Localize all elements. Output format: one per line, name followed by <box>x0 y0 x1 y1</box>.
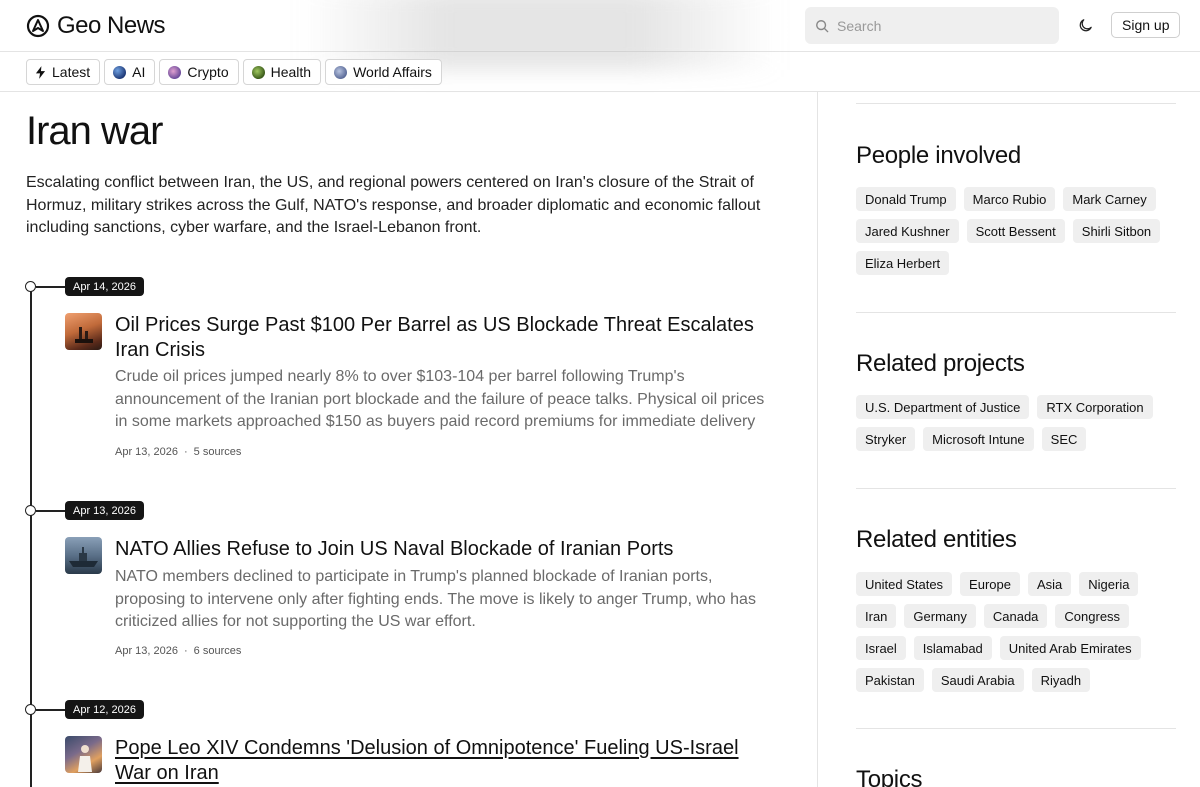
category-label: AI <box>132 64 146 80</box>
signup-button[interactable]: Sign up <box>1111 12 1181 38</box>
timeline-node <box>25 505 36 516</box>
story-item: Oil Prices Surge Past $100 Per Barrel as… <box>65 313 785 463</box>
projects-section-title: Related projects <box>856 350 1025 377</box>
project-tag[interactable]: U.S. Department of Justice <box>856 395 1030 419</box>
category-label: Crypto <box>187 64 229 80</box>
entity-tag[interactable]: Islamabad <box>913 636 992 660</box>
world-icon <box>334 65 348 79</box>
globe-icon <box>113 65 127 79</box>
project-tag[interactable]: SEC <box>1041 427 1087 451</box>
person-tag[interactable]: Donald Trump <box>856 187 956 211</box>
project-tag[interactable]: Microsoft Intune <box>923 427 1034 451</box>
section-divider <box>856 728 1176 729</box>
entity-tag[interactable]: Canada <box>983 604 1048 628</box>
person-tag[interactable]: Mark Carney <box>1063 187 1156 211</box>
date-pill: Apr 12, 2026 <box>65 700 144 719</box>
moon-icon <box>1079 18 1092 31</box>
category-crypto[interactable]: Crypto <box>159 59 239 85</box>
date-pill: Apr 14, 2026 <box>65 277 144 296</box>
story-summary: NATO members declined to participate in … <box>115 568 756 630</box>
timeline-connector <box>36 510 66 512</box>
entity-tag[interactable]: Nigeria <box>1079 572 1139 596</box>
section-divider <box>856 312 1176 313</box>
search-box[interactable] <box>805 7 1059 44</box>
category-label: Health <box>270 64 312 80</box>
pope-image-icon <box>78 745 92 772</box>
story-meta: Apr 13, 2026 · 5 sources <box>115 446 241 458</box>
search-input[interactable] <box>837 17 1047 34</box>
timeline-connector <box>36 286 66 288</box>
story-meta: Apr 13, 2026 · 6 sources <box>115 645 241 657</box>
story-title[interactable]: NATO Allies Refuse to Join US Naval Bloc… <box>115 537 775 562</box>
entity-tag[interactable]: Israel <box>856 636 906 660</box>
story-date: Apr 13, 2026 <box>115 645 178 657</box>
people-section-title: People involved <box>856 142 1021 169</box>
entity-tag[interactable]: Europe <box>960 572 1020 596</box>
story-thumbnail[interactable] <box>65 537 102 574</box>
story-thumbnail[interactable] <box>65 736 102 773</box>
person-tag[interactable]: Shirli Sitbon <box>1072 219 1161 243</box>
entities-tags: United States Europe Asia Nigeria Iran G… <box>856 572 1176 692</box>
top-header: Geo News Sign up <box>0 0 1200 70</box>
person-tag[interactable]: Eliza Herbert <box>856 251 950 275</box>
project-tag[interactable]: Stryker <box>856 427 916 451</box>
story-item: NATO Allies Refuse to Join US Naval Bloc… <box>65 537 785 667</box>
category-bar: Latest AI Crypto Health World Affairs <box>0 52 1200 92</box>
entity-tag[interactable]: Iran <box>856 604 897 628</box>
story-title[interactable]: Pope Leo XIV Condemns 'Delusion of Omnip… <box>115 736 775 786</box>
main-content: Iran war Escalating conflict between Ira… <box>0 92 818 787</box>
person-tag[interactable]: Jared Kushner <box>856 219 959 243</box>
category-world-affairs[interactable]: World Affairs <box>325 59 442 85</box>
section-divider <box>856 103 1176 104</box>
person-tag[interactable]: Marco Rubio <box>963 187 1056 211</box>
entity-tag[interactable]: Saudi Arabia <box>931 668 1024 692</box>
category-label: Latest <box>52 64 91 80</box>
date-pill: Apr 13, 2026 <box>65 501 144 520</box>
story-summary: Crude oil prices jumped nearly 8% to ove… <box>115 368 765 430</box>
crypto-icon <box>168 65 182 79</box>
section-divider <box>856 488 1176 489</box>
meta-separator: · <box>184 446 188 458</box>
story-sources[interactable]: 5 sources <box>194 446 242 458</box>
entity-tag[interactable]: United Arab Emirates <box>999 636 1141 660</box>
entity-tag[interactable]: Germany <box>904 604 976 628</box>
topics-section-title: Topics <box>856 766 923 787</box>
timeline-connector <box>36 709 66 711</box>
oil-rig-image-icon <box>75 327 93 343</box>
story-sources[interactable]: 6 sources <box>194 645 242 657</box>
meta-separator: · <box>184 645 188 657</box>
person-tag[interactable]: Scott Bessent <box>966 219 1065 243</box>
category-health[interactable]: Health <box>242 59 322 85</box>
category-ai[interactable]: AI <box>104 59 156 85</box>
story-thumbnail[interactable] <box>65 313 102 350</box>
geo-logo-icon <box>26 14 50 38</box>
category-list: Latest AI Crypto Health World Affairs <box>26 59 442 85</box>
entity-tag[interactable]: Riyadh <box>1031 668 1091 692</box>
page-title: Iran war <box>26 109 163 153</box>
projects-tags: U.S. Department of Justice RTX Corporati… <box>856 395 1176 451</box>
search-icon <box>816 19 829 32</box>
story-title[interactable]: Oil Prices Surge Past $100 Per Barrel as… <box>115 313 775 363</box>
sidebar: People involved Donald Trump Marco Rubio… <box>856 92 1176 787</box>
story-item: Pope Leo XIV Condemns 'Delusion of Omnip… <box>65 736 785 787</box>
entity-tag[interactable]: Asia <box>1027 572 1072 596</box>
entity-tag[interactable]: United States <box>856 572 953 596</box>
category-latest[interactable]: Latest <box>26 59 101 85</box>
entity-tag[interactable]: Pakistan <box>856 668 924 692</box>
category-label: World Affairs <box>353 64 432 80</box>
entities-section-title: Related entities <box>856 526 1017 553</box>
brand-name: Geo News <box>57 12 166 39</box>
bolt-icon <box>35 65 46 79</box>
entity-tag[interactable]: Congress <box>1055 604 1130 628</box>
story-date: Apr 13, 2026 <box>115 446 178 458</box>
theme-toggle-button[interactable] <box>1075 15 1095 35</box>
topic-description: Escalating conflict between Iran, the US… <box>26 174 761 236</box>
health-icon <box>251 65 265 79</box>
warship-image-icon <box>69 547 98 567</box>
timeline-node <box>25 281 36 292</box>
project-tag[interactable]: RTX Corporation <box>1037 395 1153 419</box>
timeline-node <box>25 704 36 715</box>
people-tags: Donald Trump Marco Rubio Mark Carney Jar… <box>856 187 1176 275</box>
brand-logo[interactable]: Geo News <box>26 12 166 40</box>
